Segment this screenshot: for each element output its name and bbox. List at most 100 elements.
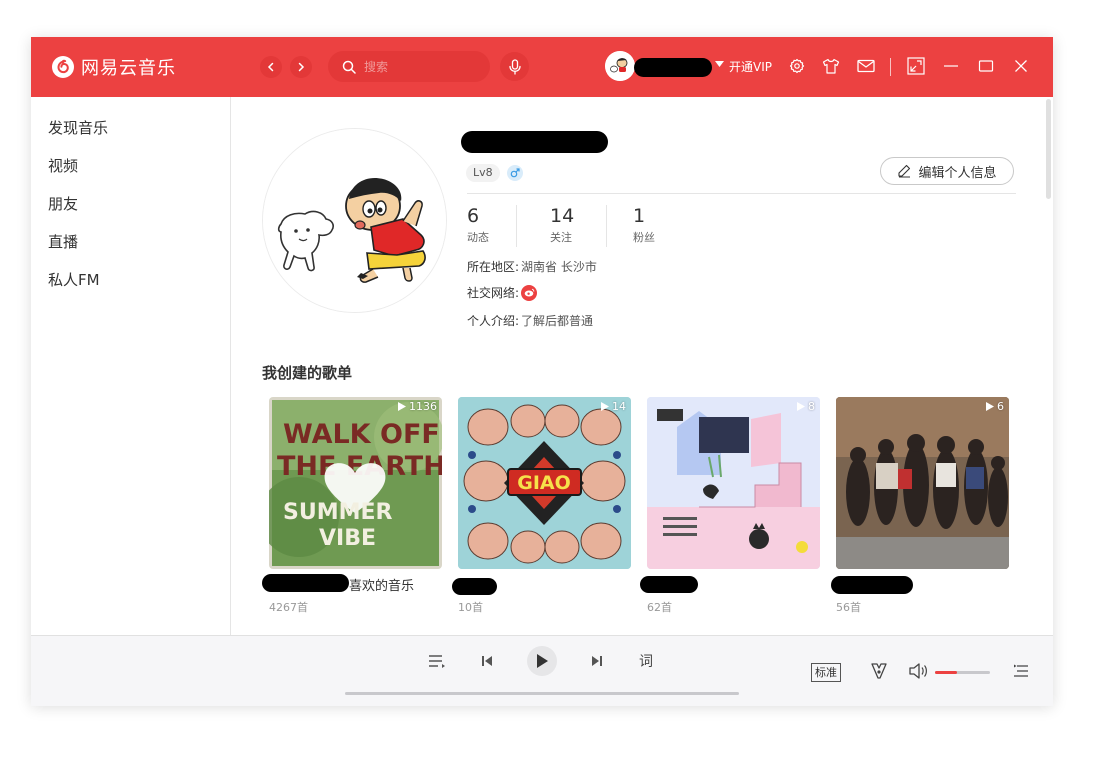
maximize-button[interactable] [977,57,995,75]
maximize-icon [978,60,994,72]
close-button[interactable] [1012,57,1030,75]
playlist-cover[interactable]: WALK OFF THE EARTH SUMMER VIBE 1136 [269,397,442,569]
volume-button[interactable] [908,661,928,681]
back-button[interactable] [260,56,282,78]
social-row: 社交网络: [467,284,538,301]
previous-track-button[interactable] [478,652,496,670]
play-icon [398,402,406,411]
cover-text: VIBE [319,526,376,551]
vip-link[interactable]: 开通VIP [729,58,772,75]
messages-button[interactable] [857,57,875,75]
next-track-button[interactable] [588,652,606,670]
stat-followers[interactable]: 1 粉丝 [633,205,655,245]
sidebar-item-friends[interactable]: 朋友 [48,193,78,214]
playlist-queue-button[interactable] [1011,661,1031,681]
app-logo[interactable]: 网易云音乐 [51,54,176,80]
playlist-cover[interactable]: 6 [836,397,1009,569]
settings-gear-icon [789,58,805,74]
volume-slider[interactable] [935,671,990,674]
playlist-track-count: 10首 [458,601,483,614]
play-mode-list-icon [429,655,445,668]
lyrics-button[interactable]: 词 [636,651,656,671]
forward-button[interactable] [290,56,312,78]
title-redacted [262,574,349,592]
cover-text: SUMMER [283,500,393,525]
sidebar-item-discover[interactable]: 发现音乐 [48,117,108,138]
search-input[interactable] [362,58,476,75]
netease-logo-icon [52,56,74,78]
minimize-button[interactable] [942,57,960,75]
title-bar: 网易云音乐 开通VIP [31,37,1053,97]
scrollbar[interactable] [1046,99,1051,199]
title-redacted [640,576,698,593]
playlist-card[interactable]: 8 62首 [640,397,820,614]
play-mode-button[interactable] [428,652,446,670]
profile-avatar[interactable] [262,128,447,313]
created-playlists-title: 我创建的歌单 [262,364,353,382]
title-redacted [452,578,497,595]
settings-button[interactable] [788,57,806,75]
skin-shirt-icon [822,58,840,74]
volume-icon [909,663,927,679]
weibo-icon[interactable] [521,284,538,301]
sidebar-item-fm[interactable]: 私人FM [48,269,100,290]
play-count: 6 [986,400,1004,413]
profile-page: Lv8 编辑个人信息 6 动态 14 关注 1 粉丝 所在地区: 湖南省 长沙市… [231,97,1053,635]
search-box[interactable] [328,51,490,82]
playlist-track-count: 62首 [647,601,672,614]
stat-separator [606,205,607,247]
caret-down-icon[interactable] [715,61,724,67]
play-count: 1136 [398,400,437,413]
chevron-left-icon [267,62,274,72]
playlist-track-count: 4267首 [269,601,308,614]
microphone-icon [508,58,521,75]
stat-followers-count: 1 [633,205,646,227]
playlist-title[interactable]: 喜欢的音乐 [349,575,414,594]
stat-events-label: 动态 [467,231,489,244]
edit-profile-label: 编辑个人信息 [918,165,997,181]
stat-following-count: 14 [550,205,575,227]
playlist-cover[interactable]: GIAO 14 [458,397,631,569]
region-value: 湖南省 长沙市 [521,260,597,274]
profile-avatar-image [263,129,446,312]
playlist-track-count: 56首 [836,601,861,614]
stat-events[interactable]: 6 动态 [467,205,489,245]
playlist-card[interactable]: GIAO 14 10首 [452,397,631,614]
stat-events-count: 6 [467,205,480,227]
user-avatar[interactable] [605,51,635,81]
pencil-icon [898,164,911,178]
sidebar-item-video[interactable]: 视频 [48,155,78,176]
stat-separator [516,205,517,247]
intro-row: 个人介绍: 了解后都普通 [467,312,593,329]
previous-icon [482,656,492,666]
cover-text: GIAO [517,472,571,494]
playlist-cover[interactable]: 8 [647,397,820,569]
level-badge: Lv8 [466,164,500,182]
sidebar: 发现音乐 视频 朋友 直播 私人FM [31,97,231,635]
mini-mode-button[interactable] [907,57,925,75]
playlist-card[interactable]: 6 56首 [831,397,1009,614]
region-label: 所在地区: [467,260,520,274]
sidebar-item-live[interactable]: 直播 [48,231,78,252]
voice-search-button[interactable] [500,52,529,81]
quality-button[interactable]: 标准 [811,663,841,682]
minimize-icon [944,65,958,67]
play-count: 8 [797,400,815,413]
cover-art-image: WALK OFF THE EARTH SUMMER VIBE [269,400,442,566]
cover-art-image [647,397,820,569]
region-row: 所在地区: 湖南省 长沙市 [467,258,597,275]
app-name: 网易云音乐 [81,58,176,79]
sound-effect-button[interactable] [869,661,889,681]
skin-button[interactable] [822,57,840,75]
play-icon [601,402,609,411]
progress-bar[interactable] [345,692,739,695]
next-icon [592,656,602,666]
play-button[interactable] [527,646,557,676]
stat-following[interactable]: 14 关注 [550,205,574,245]
app-window: 网易云音乐 开通VIP [31,37,1053,706]
username-redacted[interactable] [634,58,712,77]
playlist-card[interactable]: WALK OFF THE EARTH SUMMER VIBE 1136 喜欢的音… [262,397,442,614]
edit-profile-button[interactable]: 编辑个人信息 [880,157,1014,185]
chevron-right-icon [298,62,305,72]
mail-icon [857,59,875,73]
